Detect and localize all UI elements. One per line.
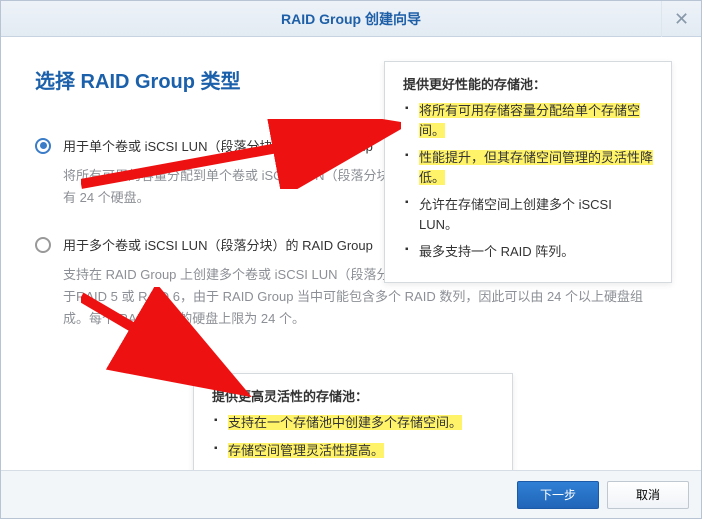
- titlebar: RAID Group 创建向导 ✕: [1, 1, 701, 37]
- content-area: 选择 RAID Group 类型 用于单个卷或 iSCSI LUN（段落分块）的…: [1, 37, 701, 470]
- panel-performance-list: 将所有可用存储容量分配给单个存储空间。 性能提升，但其存储空间管理的灵活性降低。…: [403, 101, 653, 262]
- list-item: 支持在一个存储池中创建多个存储空间。: [228, 413, 494, 433]
- panel-performance-title: 提供更好性能的存储池：: [403, 74, 653, 93]
- footer: 下一步 取消: [1, 470, 701, 518]
- list-item: 最多支持一个 RAID 阵列。: [419, 242, 653, 262]
- list-item: 存储空间管理灵活性提高。: [228, 441, 494, 461]
- titlebar-title: RAID Group 创建向导: [281, 9, 421, 29]
- panel-flexibility-list: 支持在一个存储池中创建多个存储空间。 存储空间管理灵活性提高。 允许在存储空间上…: [212, 413, 494, 470]
- next-button[interactable]: 下一步: [517, 481, 599, 509]
- list-item: 允许在存储空间上创建多个 iSCSI LUN。: [419, 195, 653, 234]
- wizard-dialog: RAID Group 创建向导 ✕ 选择 RAID Group 类型 用于单个卷…: [0, 0, 702, 519]
- list-item: 将所有可用存储容量分配给单个存储空间。: [419, 101, 653, 140]
- panel-performance: 提供更好性能的存储池： 将所有可用存储容量分配给单个存储空间。 性能提升，但其存…: [384, 61, 672, 283]
- cancel-button[interactable]: 取消: [607, 481, 689, 509]
- panel-flexibility-title: 提供更高灵活性的存储池：: [212, 386, 494, 405]
- radio-multi[interactable]: [35, 237, 51, 253]
- option-multi-label: 用于多个卷或 iSCSI LUN（段落分块）的 RAID Group: [63, 235, 373, 254]
- radio-single[interactable]: [35, 138, 51, 154]
- list-item: 性能提升，但其存储空间管理的灵活性降低。: [419, 148, 653, 187]
- panel-flexibility: 提供更高灵活性的存储池： 支持在一个存储池中创建多个存储空间。 存储空间管理灵活…: [193, 373, 513, 470]
- option-single-label: 用于单个卷或 iSCSI LUN（段落分块）的 RAID Group: [63, 136, 373, 155]
- close-icon[interactable]: ✕: [661, 1, 701, 37]
